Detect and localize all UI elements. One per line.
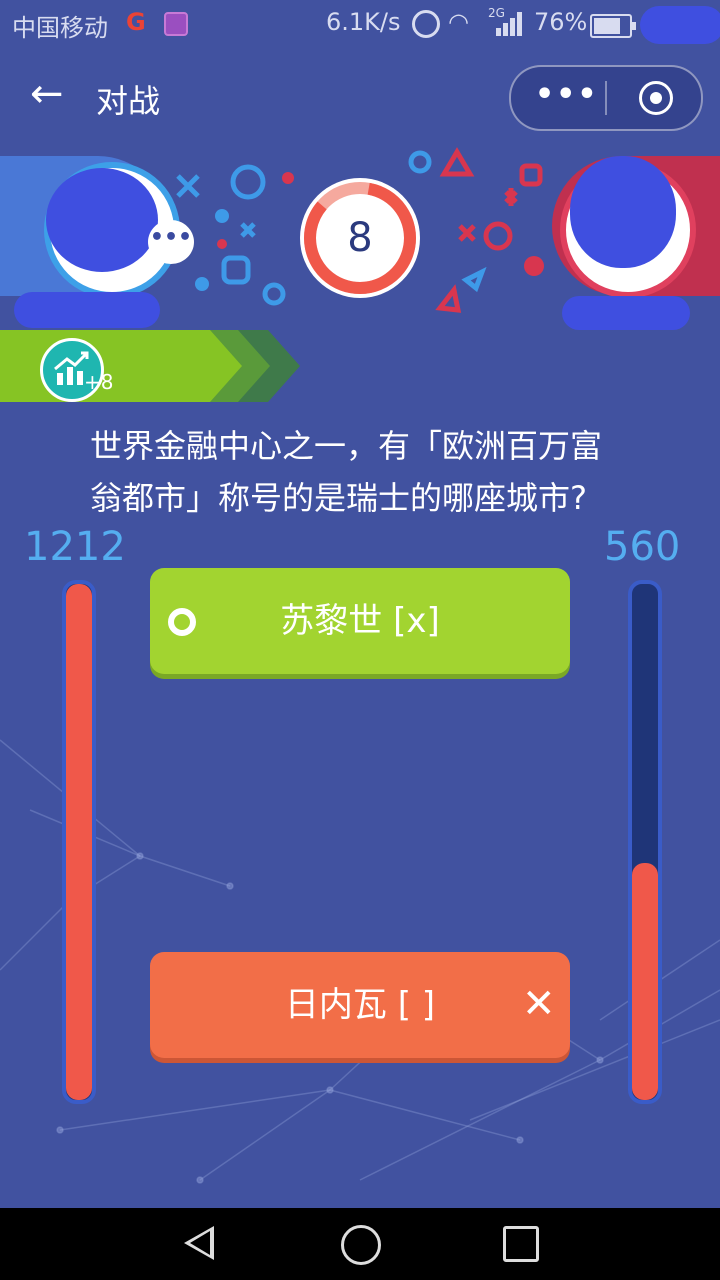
player-one-avatar[interactable]	[46, 168, 158, 272]
selected-radio-icon	[168, 608, 196, 636]
player-one-score: 1212	[24, 524, 126, 570]
capsule-divider	[605, 81, 607, 115]
player-one-name	[14, 292, 160, 328]
nav-recent-apps-icon[interactable]	[503, 1226, 539, 1262]
answer-option-correct[interactable]: 苏黎世 [x]	[150, 568, 570, 674]
answer-option-wrong[interactable]: 日内瓦 [ ]	[150, 952, 570, 1058]
answer-option-label: 苏黎世 [x]	[280, 601, 440, 641]
wifi-icon: ◠	[448, 8, 469, 36]
more-dots-icon[interactable]: •••	[535, 77, 599, 112]
nav-back-icon-inner	[190, 1231, 210, 1255]
google-icon: G	[126, 8, 146, 36]
redaction-blob	[640, 6, 720, 44]
page-title: 对战	[96, 82, 161, 120]
mini-program-capsule: •••	[509, 65, 703, 131]
battery-icon	[590, 14, 636, 38]
countdown-number: 8	[347, 215, 373, 261]
question-text: 世界金融中心之一，有「欧洲百万富翁都市」称号的是瑞士的哪座城市?	[90, 427, 603, 517]
player-two-name	[562, 296, 690, 330]
wrong-x-icon: ✕	[522, 981, 556, 1027]
alarm-icon	[412, 10, 440, 38]
player-two-score-bar	[628, 580, 662, 1104]
back-arrow-icon[interactable]: ←	[30, 74, 64, 114]
status-bar: 中国移动 G 6.1K/s ◠ 2G 76%	[0, 0, 720, 48]
signal-icon	[496, 12, 524, 36]
chat-bubble-icon[interactable]: •••	[148, 220, 194, 264]
player-one-score-fill	[66, 584, 92, 1100]
player-two-avatar[interactable]	[570, 156, 676, 268]
player-two-score: 560	[604, 524, 681, 570]
network-speed: 6.1K/s	[326, 8, 401, 36]
answer-option-label: 日内瓦 [ ]	[284, 985, 436, 1025]
target-circle-icon[interactable]	[639, 81, 673, 115]
player-one-score-bar	[62, 580, 96, 1104]
player-two-score-fill	[632, 862, 658, 1100]
gallery-icon	[164, 12, 188, 36]
nav-home-icon[interactable]	[341, 1225, 381, 1265]
carrier-label: 中国移动	[12, 14, 108, 42]
battery-percent: 76%	[534, 8, 588, 36]
boost-label: +8	[84, 370, 114, 394]
